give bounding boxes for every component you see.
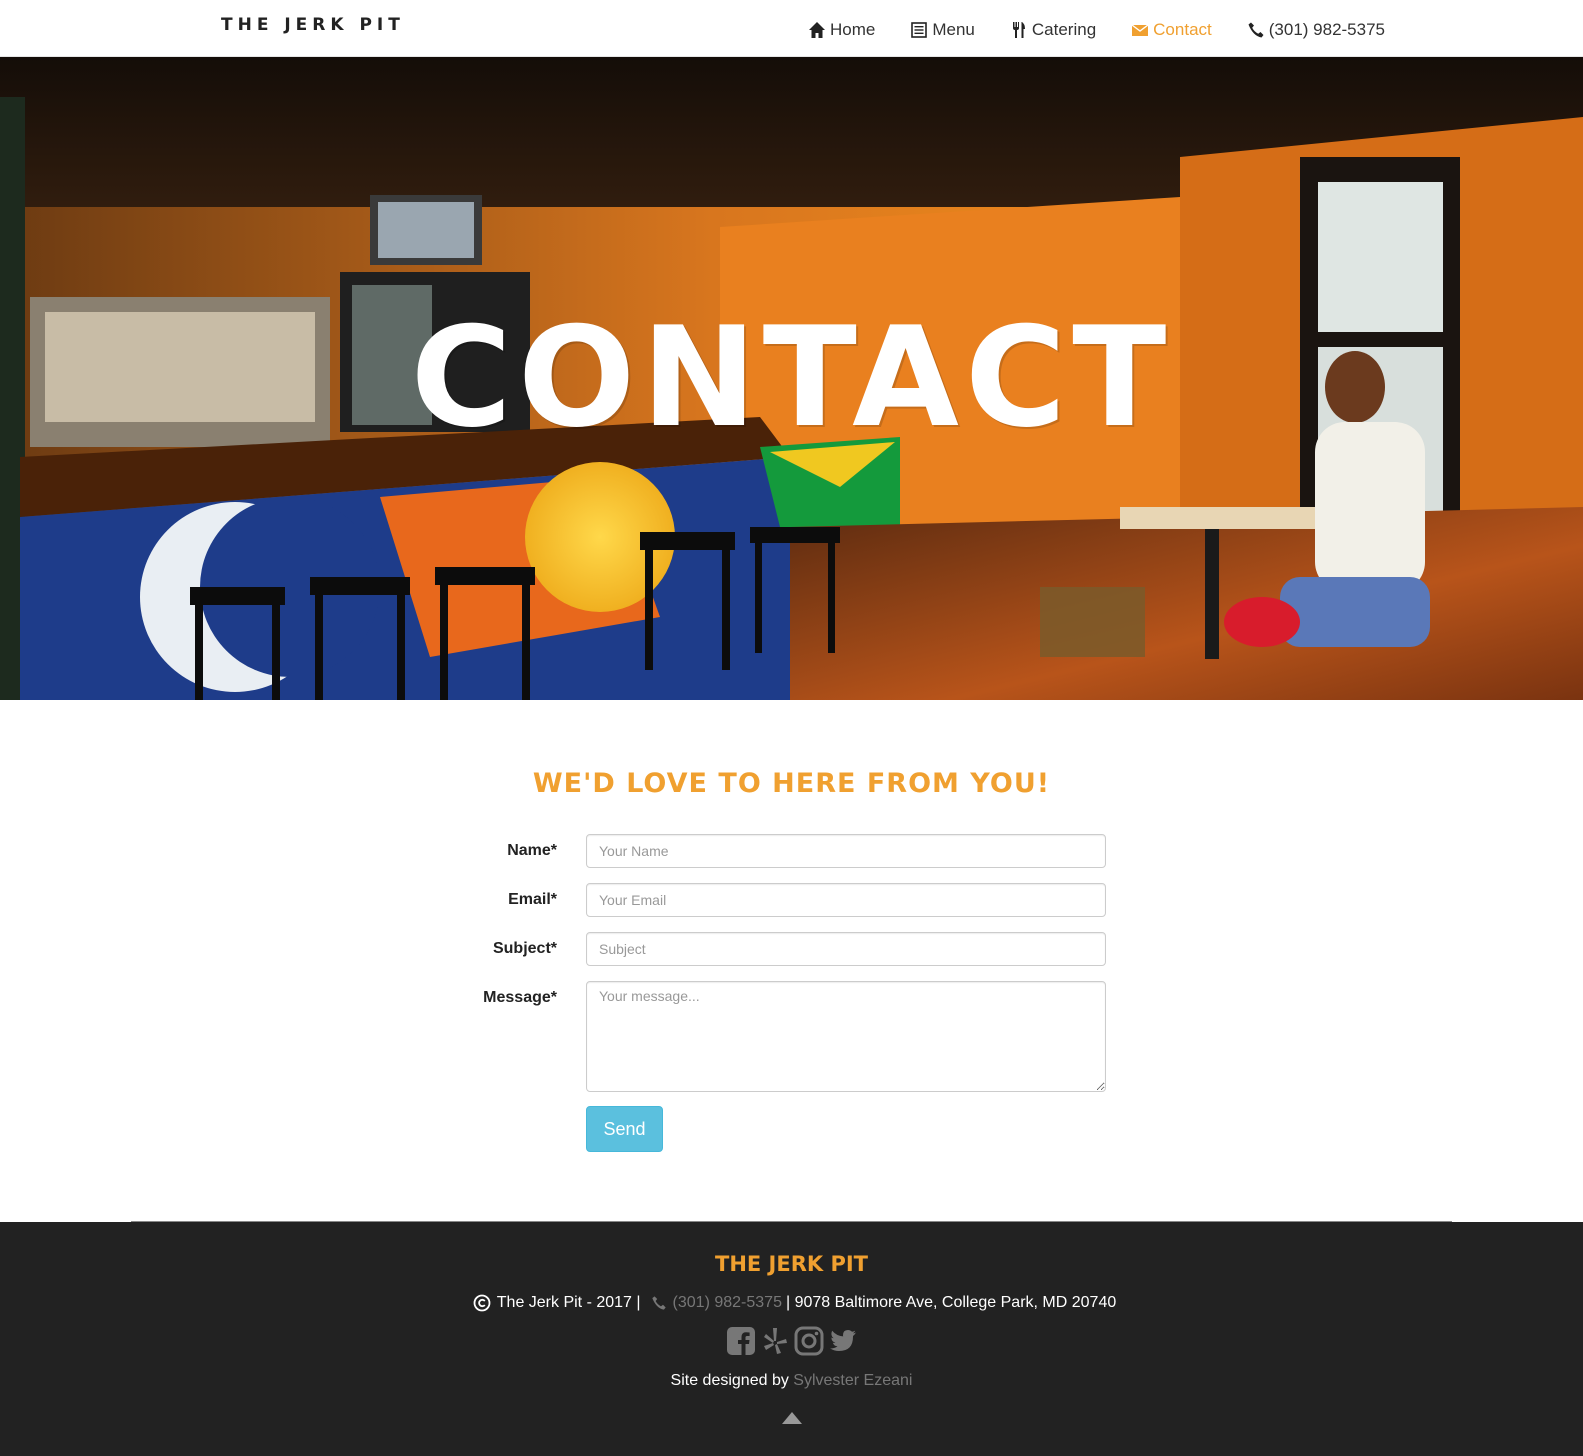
nav-label-phone: (301) 982-5375: [1268, 20, 1386, 39]
nav-item-menu[interactable]: Menu: [910, 18, 975, 42]
nav-item-contact[interactable]: Contact: [1131, 18, 1212, 42]
email-label: Email*: [508, 891, 557, 908]
nav-label-catering: Catering: [1031, 20, 1097, 39]
navbar: THE JERK PIT Home Menu Catering Contact …: [0, 0, 1583, 57]
site-credit: Site designed by Sylvester Ezeani: [0, 1372, 1583, 1390]
hero-title: CONTACT: [410, 297, 1173, 458]
footer-copyright: The Jerk Pit - 2017 |: [496, 1294, 641, 1311]
footer: THE JERK PIT The Jerk Pit - 2017 | (301)…: [0, 1222, 1583, 1456]
hero-banner: CONTACT: [0, 57, 1583, 700]
brand-logo[interactable]: THE JERK PIT: [221, 15, 405, 35]
footer-address: | 9078 Baltimore Ave, College Park, MD 2…: [785, 1294, 1117, 1311]
cutlery-icon: [1012, 22, 1025, 38]
back-to-top-icon[interactable]: [782, 1412, 802, 1424]
nav-item-home[interactable]: Home: [808, 18, 875, 42]
email-input[interactable]: [586, 883, 1106, 917]
phone-icon: [651, 1296, 666, 1310]
phone-icon: [1248, 22, 1264, 38]
copyright-icon: [473, 1294, 491, 1312]
nav-item-phone[interactable]: (301) 982-5375: [1247, 18, 1385, 42]
main-nav: Home Menu Catering Contact (301) 982-537…: [808, 18, 1385, 42]
send-button[interactable]: Send: [586, 1106, 663, 1152]
credit-author-link[interactable]: Sylvester Ezeani: [793, 1372, 912, 1389]
message-label: Message*: [483, 989, 557, 1006]
subject-label: Subject*: [492, 940, 557, 957]
nav-label-contact: Contact: [1153, 20, 1212, 39]
nav-item-catering[interactable]: Catering: [1010, 18, 1096, 42]
twitter-icon[interactable]: [828, 1326, 858, 1356]
yelp-icon[interactable]: [760, 1326, 790, 1356]
instagram-icon[interactable]: [794, 1326, 824, 1356]
nav-label-menu: Menu: [932, 20, 975, 39]
footer-brand: THE JERK PIT: [715, 1252, 868, 1276]
social-links: [0, 1326, 1583, 1356]
facebook-icon[interactable]: [726, 1326, 756, 1356]
credit-prefix: Site designed by: [670, 1372, 789, 1389]
footer-phone[interactable]: (301) 982-5375: [673, 1294, 782, 1312]
name-input[interactable]: [586, 834, 1106, 868]
message-textarea[interactable]: [586, 981, 1106, 1092]
subject-input[interactable]: [586, 932, 1106, 966]
nav-label-home: Home: [830, 20, 876, 39]
name-label: Name*: [507, 842, 557, 859]
list-icon: [911, 22, 928, 38]
envelope-icon: [1131, 24, 1149, 36]
home-icon: [809, 22, 825, 38]
footer-info: The Jerk Pit - 2017 | (301) 982-5375 | 9…: [0, 1294, 1583, 1312]
contact-heading: WE'D LOVE TO HERE FROM YOU!: [532, 768, 1051, 799]
